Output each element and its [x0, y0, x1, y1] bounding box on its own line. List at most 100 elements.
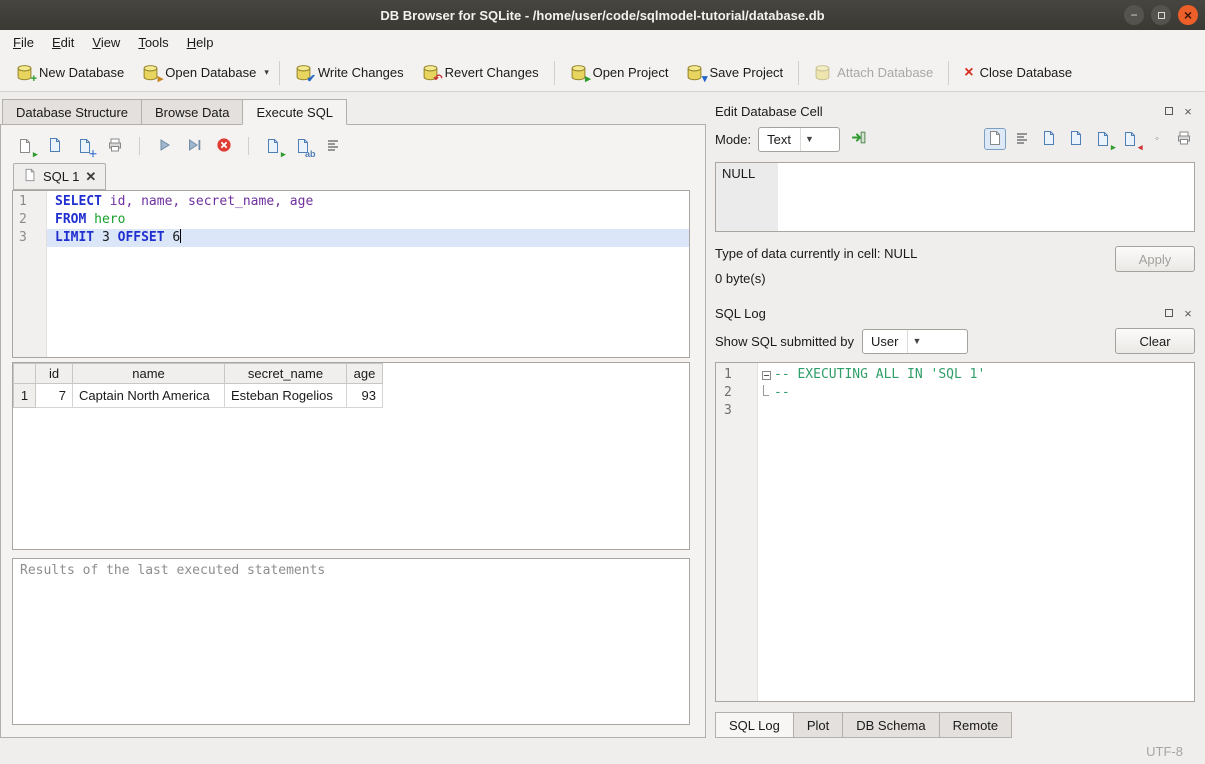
cell-type-info: Type of data currently in cell: NULL [715, 246, 1115, 261]
sql-tab-close-button[interactable]: ✕ [85, 169, 96, 185]
toolbar-separator [798, 61, 799, 85]
import-icon [850, 129, 867, 149]
save-project-icon: ▾ [686, 64, 703, 81]
apply-button[interactable]: Apply [1115, 246, 1195, 272]
sql-toolbar: ▸ ＋ ▸ ab [12, 131, 690, 161]
revert-changes-button[interactable]: ↶ Revert Changes [414, 60, 547, 85]
export-sql-button[interactable]: ▸ [262, 135, 284, 157]
cell-value: NULL [722, 166, 755, 181]
save-sql-file-button[interactable] [44, 135, 66, 157]
clear-log-button[interactable]: Clear [1115, 328, 1195, 354]
execute-all-button[interactable] [153, 135, 175, 157]
fold-guide-icon [763, 385, 769, 396]
open-sql-file-button[interactable]: ▸ [14, 135, 36, 157]
new-database-button[interactable]: + New Database [8, 60, 132, 85]
set-null-button[interactable]: ◦ [1146, 128, 1168, 150]
cell-size-info: 0 byte(s) [715, 271, 1115, 286]
copy-cell-button[interactable] [1038, 128, 1060, 150]
save-project-button[interactable]: ▾ Save Project [678, 60, 791, 85]
close-icon: × [1184, 104, 1192, 119]
stop-execution-button[interactable] [213, 135, 235, 157]
sql-log-float-button[interactable] [1162, 306, 1176, 320]
toolbar-separator [279, 61, 280, 85]
save-sql-as-icon: ＋ [77, 138, 94, 155]
attach-database-button: Attach Database [806, 60, 941, 85]
menu-file[interactable]: File [4, 32, 43, 53]
word-wrap-button[interactable] [1011, 128, 1033, 150]
cell-editor[interactable]: NULL [715, 162, 1195, 232]
open-database-dropdown[interactable]: ▾ [261, 63, 272, 82]
maximize-button[interactable] [1151, 5, 1171, 25]
export-cell-button[interactable]: ▸ [1092, 128, 1114, 150]
save-cell-button[interactable] [1065, 128, 1087, 150]
row-number-cell[interactable]: 1 [14, 384, 36, 408]
import-data-button[interactable] [847, 128, 869, 150]
menu-view[interactable]: View [83, 32, 129, 53]
sql-log-view[interactable]: 1 2 3 -- EXECUTING ALL IN 'SQL 1' -- [715, 362, 1195, 702]
set-null-icon: ◦ [1155, 133, 1159, 145]
tab-database-structure[interactable]: Database Structure [2, 99, 141, 125]
close-database-button[interactable]: × Close Database [956, 61, 1080, 85]
close-window-button[interactable]: × [1178, 5, 1198, 25]
edit-cell-float-button[interactable] [1162, 104, 1176, 118]
column-header-name[interactable]: name [73, 364, 225, 384]
left-pane: Database Structure Browse Data Execute S… [0, 92, 706, 738]
mode-select[interactable]: Text ▼ [758, 127, 840, 152]
attach-database-icon [814, 64, 831, 81]
new-sql-tab-button[interactable]: ab [292, 135, 314, 157]
column-header-id[interactable]: id [36, 364, 73, 384]
write-changes-button[interactable]: ✔ Write Changes [287, 60, 412, 85]
results-header-row: id name secret_name age [14, 364, 383, 384]
sql-tab-label: SQL 1 [43, 169, 79, 184]
open-database-button[interactable]: ▸ Open Database [134, 60, 264, 85]
format-sql-button[interactable] [322, 135, 344, 157]
log-filter-select[interactable]: User ▼ [862, 329, 968, 354]
cell-id[interactable]: 7 [36, 384, 73, 408]
new-database-icon: + [16, 64, 33, 81]
tab-execute-sql[interactable]: Execute SQL [242, 99, 347, 125]
sql-editor-tab[interactable]: SQL 1 ✕ [13, 163, 106, 190]
tab-browse-data[interactable]: Browse Data [141, 99, 242, 125]
sql-log-close-button[interactable]: × [1181, 306, 1195, 320]
column-header-secret-name[interactable]: secret_name [225, 364, 347, 384]
column-header-age[interactable]: age [347, 364, 383, 384]
menu-tools[interactable]: Tools [129, 32, 177, 53]
tab-remote[interactable]: Remote [939, 712, 1013, 738]
menu-edit[interactable]: Edit [43, 32, 83, 53]
cell-age[interactable]: 93 [347, 384, 383, 408]
main-content: Database Structure Browse Data Execute S… [0, 92, 1205, 738]
tab-db-schema[interactable]: DB Schema [842, 712, 938, 738]
fold-marker-icon[interactable] [762, 371, 771, 380]
tab-plot[interactable]: Plot [793, 712, 842, 738]
toolbar-separator [554, 61, 555, 85]
save-sql-as-button[interactable]: ＋ [74, 135, 96, 157]
edit-cell-close-button[interactable]: × [1181, 104, 1195, 118]
sql-code[interactable]: SELECT id, name, secret_name, age FROM h… [47, 191, 689, 357]
edit-cell-title: Edit Database Cell [715, 104, 1157, 119]
log-filter-label: Show SQL submitted by [715, 334, 854, 349]
execute-line-button[interactable] [183, 135, 205, 157]
line-number-gutter: 1 2 3 [13, 191, 47, 357]
edit-cell-toolbar: Mode: Text ▼ ▸ ◂ ◦ [715, 122, 1195, 156]
text-caret [180, 229, 181, 243]
tab-sql-log[interactable]: SQL Log [715, 712, 793, 738]
import-cell-button[interactable]: ◂ [1119, 128, 1141, 150]
float-icon [1165, 107, 1173, 115]
toolbar-separator [248, 137, 249, 155]
revert-changes-icon: ↶ [422, 64, 439, 81]
menu-help[interactable]: Help [178, 32, 223, 53]
print-cell-button[interactable] [1173, 128, 1195, 150]
encoding-indicator[interactable]: UTF-8 [1146, 744, 1183, 759]
cell-edit-icons: ▸ ◂ ◦ [984, 128, 1195, 150]
open-project-button[interactable]: ▸ Open Project [562, 60, 677, 85]
sql-editor[interactable]: 1 2 3 SELECT id, name, secret_name, age … [12, 190, 690, 358]
text-mode-button[interactable] [984, 128, 1006, 150]
cell-name[interactable]: Captain North America [73, 384, 225, 408]
close-database-icon: × [964, 65, 973, 81]
minimize-button[interactable]: − [1124, 5, 1144, 25]
dock-tab-bar: SQL Log Plot DB Schema Remote [715, 711, 1195, 738]
log-code: -- EXECUTING ALL IN 'SQL 1' -- [758, 363, 1194, 701]
export-sql-icon: ▸ [265, 138, 282, 155]
print-sql-button[interactable] [104, 135, 126, 157]
cell-secret-name[interactable]: Esteban Rogelios [225, 384, 347, 408]
